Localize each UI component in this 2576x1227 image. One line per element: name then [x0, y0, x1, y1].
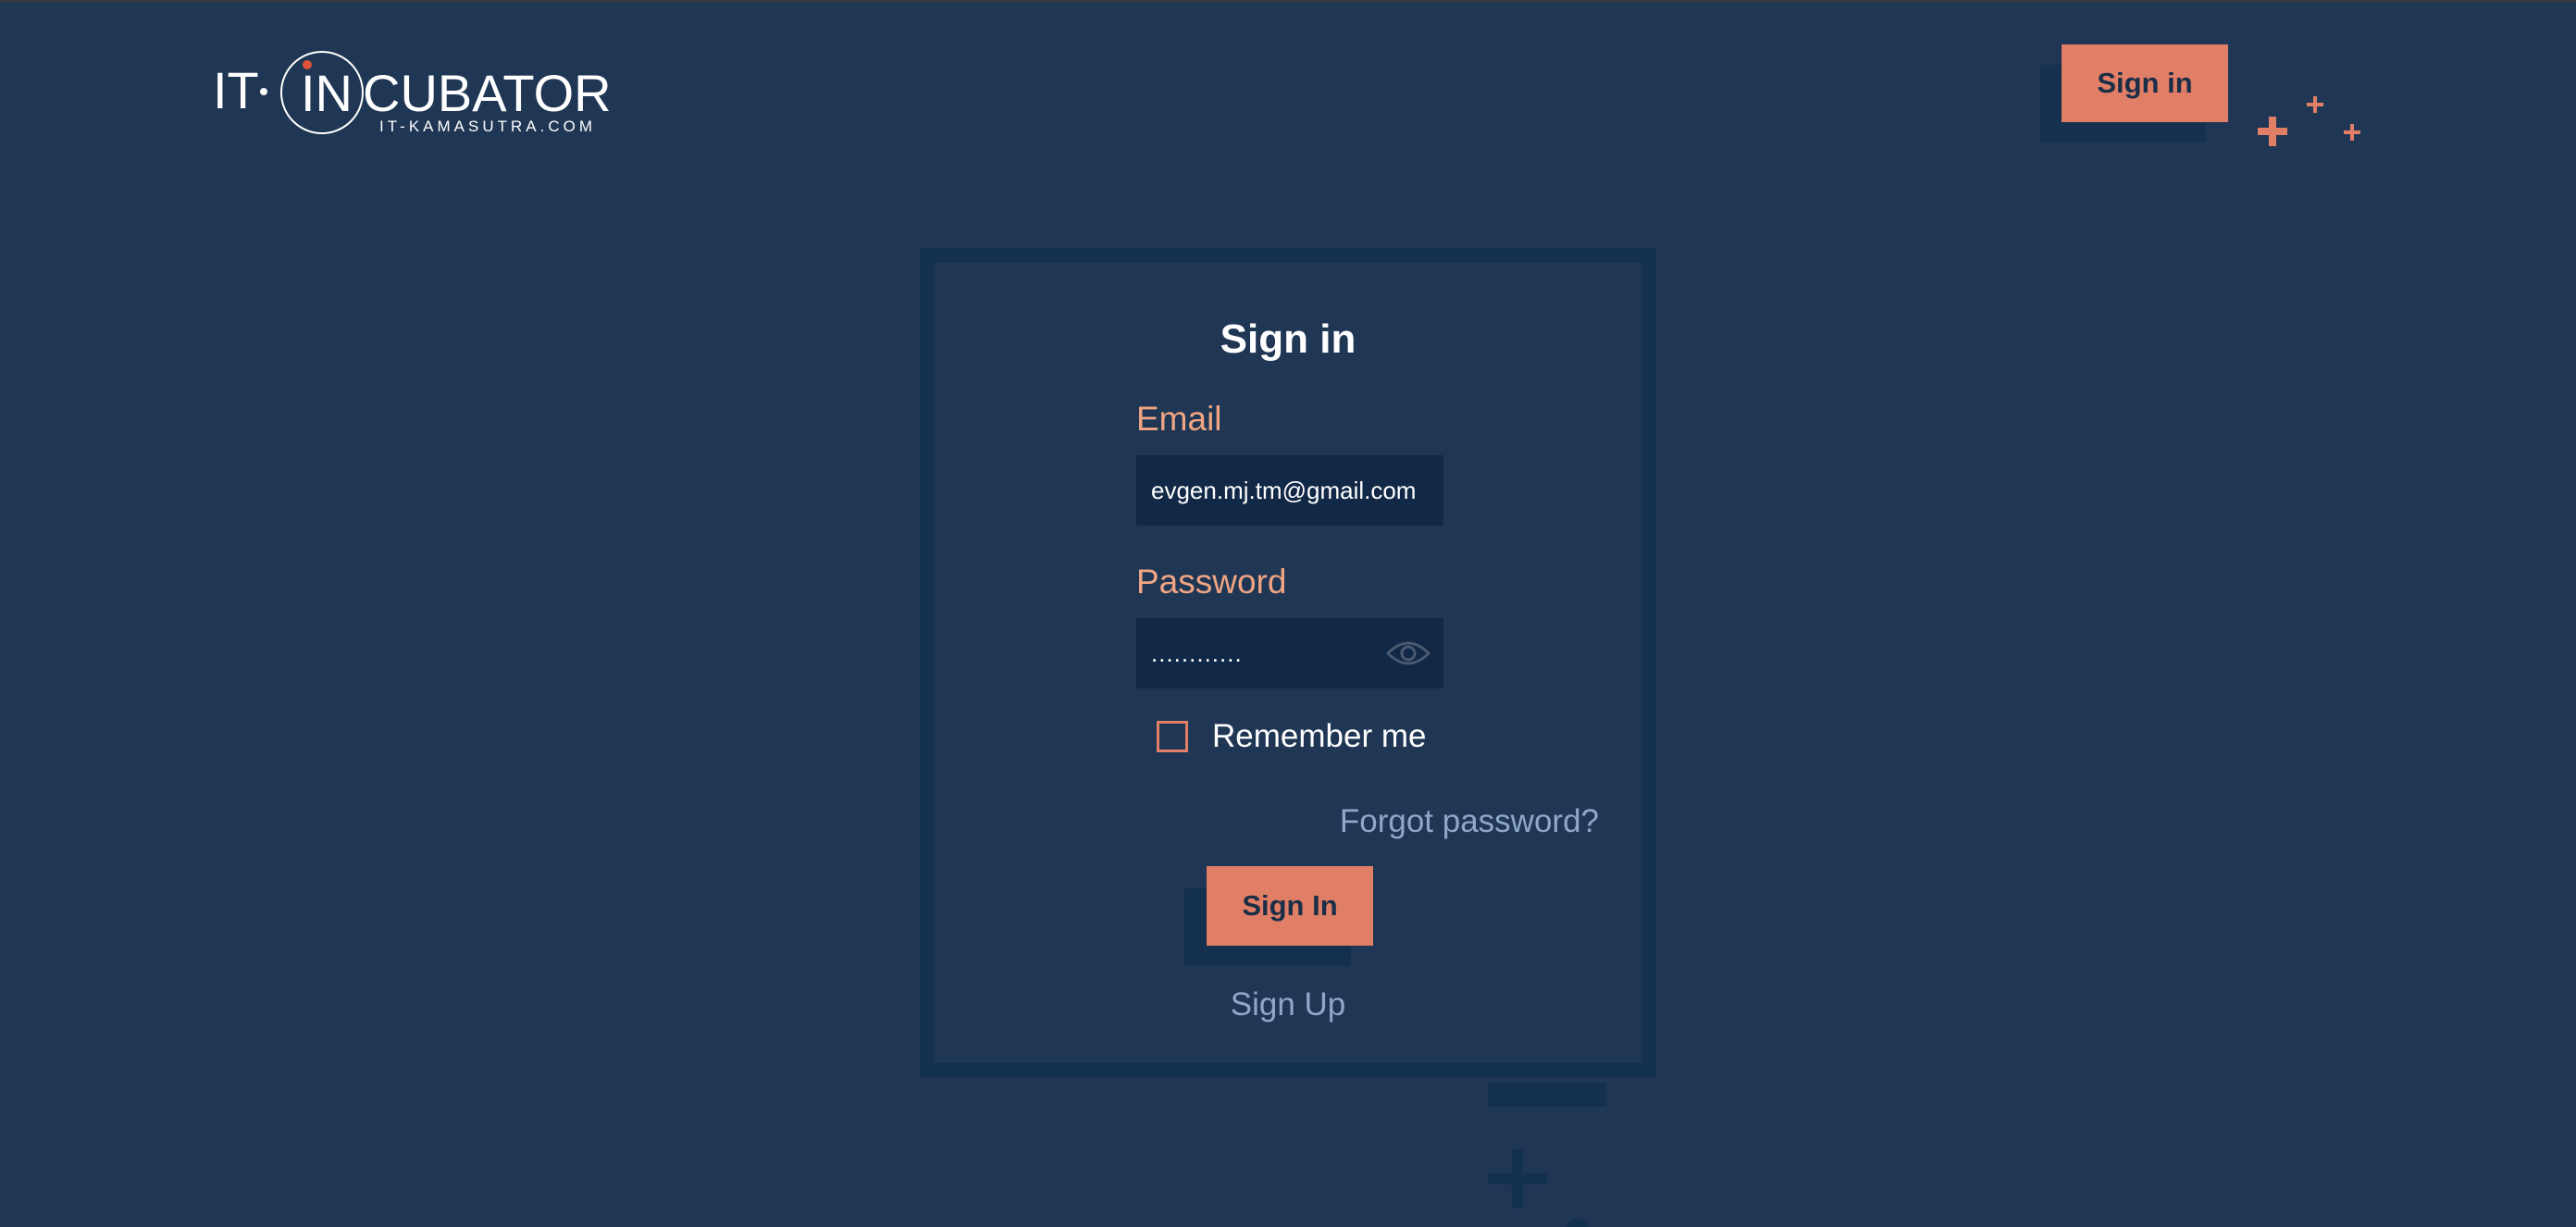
- password-field[interactable]: [1151, 618, 1373, 688]
- decorative-circle: [1567, 1219, 1589, 1227]
- email-field[interactable]: [1151, 455, 1429, 526]
- sign-in-button[interactable]: Sign In: [1207, 866, 1373, 946]
- page: IT IN CUBATOR IT-KAMASUTRA.COM Sign in S…: [0, 0, 2576, 1227]
- window-top-border: [0, 0, 2576, 2]
- password-field-box: [1136, 618, 1443, 688]
- logo-dot: [260, 88, 267, 95]
- sign-up-link[interactable]: Sign Up: [935, 986, 1641, 1023]
- logo-text-in: IN: [301, 64, 353, 122]
- plus-icon: [2344, 124, 2360, 141]
- remember-me[interactable]: Remember me: [1157, 716, 1426, 757]
- plus-icon: [2307, 96, 2323, 113]
- email-label: Email: [1136, 400, 1222, 438]
- logo[interactable]: IT IN CUBATOR IT-KAMASUTRA.COM: [213, 48, 612, 141]
- logo-text-cubator: CUBATOR: [363, 64, 612, 122]
- plus-icon: [1488, 1149, 1547, 1208]
- submit: Sign In: [1184, 866, 1373, 968]
- eye-icon[interactable]: [1386, 638, 1430, 668]
- email-field-box: [1136, 455, 1443, 526]
- plus-icon: [2258, 117, 2287, 146]
- password-label: Password: [1136, 563, 1287, 601]
- forgot-password-link[interactable]: Forgot password?: [1340, 803, 1599, 840]
- logo-text-it: IT: [213, 61, 259, 119]
- card-shadow: [1488, 1083, 1606, 1107]
- logo-subtitle: IT-KAMASUTRA.COM: [379, 118, 597, 135]
- sign-in-title: Sign in: [1220, 316, 1356, 362]
- sign-in-card: Sign in Email Password Remember me Forgo…: [920, 248, 1656, 1077]
- header-sign-in: Sign in: [2039, 44, 2228, 144]
- header-sign-in-button[interactable]: Sign in: [2062, 44, 2228, 122]
- remember-me-checkbox[interactable]: [1157, 721, 1188, 752]
- remember-me-label: Remember me: [1212, 718, 1427, 754]
